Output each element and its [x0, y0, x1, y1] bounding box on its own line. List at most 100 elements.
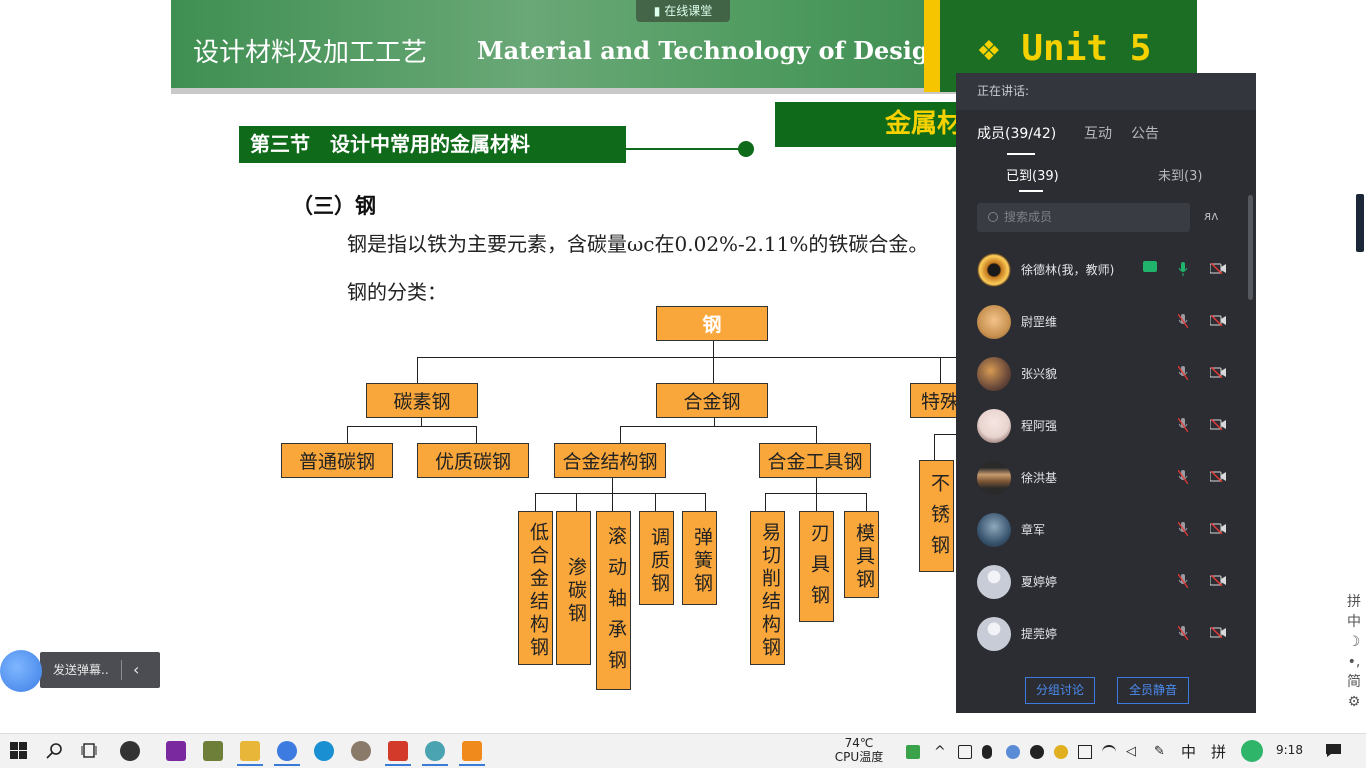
onenote-icon[interactable] — [166, 741, 186, 761]
battery-tray-icon[interactable] — [906, 745, 920, 759]
mic-off-icon[interactable] — [1178, 574, 1188, 588]
ime-settings-icon[interactable]: ⚙ — [1344, 692, 1364, 712]
volume-icon[interactable]: ◁ — [1126, 745, 1140, 759]
avatar — [977, 357, 1011, 391]
app-icon-video[interactable] — [462, 741, 482, 761]
member-scrollbar[interactable] — [1248, 195, 1253, 300]
member-name: 徐洪基 — [1021, 471, 1058, 485]
edge-icon[interactable] — [314, 741, 334, 761]
qq-tray-icon[interactable] — [1030, 745, 1044, 759]
subtab-absent[interactable]: 未到(3) — [1158, 165, 1202, 184]
app-tray-icon[interactable] — [1054, 745, 1068, 759]
mic-off-icon[interactable] — [1178, 418, 1188, 432]
member-name: 提莞婷 — [1021, 627, 1058, 641]
camera-tray-icon[interactable] — [958, 745, 972, 759]
mic-off-icon[interactable] — [1178, 314, 1188, 328]
camera-off-icon[interactable] — [1210, 367, 1226, 378]
member-manage-icon[interactable]: ᴙᴧ — [1204, 209, 1218, 223]
cloud-tray-icon[interactable] — [1006, 745, 1020, 759]
member-row[interactable]: 提莞婷 — [956, 607, 1256, 659]
member-row[interactable]: 徐洪基 — [956, 451, 1256, 503]
mute-all-button[interactable]: 全员静音 — [1117, 677, 1189, 704]
chevron-up-icon[interactable]: ^ — [934, 745, 948, 759]
windows-start-icon[interactable] — [10, 742, 27, 759]
tree-connector — [620, 426, 817, 427]
mic-off-icon[interactable] — [1178, 470, 1188, 484]
mic-icon[interactable] — [1178, 262, 1188, 276]
member-row[interactable]: 章军 — [956, 503, 1256, 555]
ime-punct-icon[interactable]: •, — [1344, 652, 1364, 672]
ime-pinyin-icon[interactable]: 拼 — [1344, 592, 1364, 612]
node-special-steel: 特殊 — [910, 383, 957, 418]
member-row[interactable]: 尉罡维 — [956, 295, 1256, 347]
tree-connector — [940, 357, 941, 383]
ime-indicator[interactable]: 拼 — [1211, 741, 1226, 762]
app-icon-knot[interactable] — [120, 741, 140, 761]
unit-label: ❖ Unit 5 — [978, 28, 1152, 69]
avatar — [977, 253, 1011, 287]
camera-off-icon[interactable] — [1210, 575, 1226, 586]
mic-off-icon[interactable] — [1178, 522, 1188, 536]
member-row[interactable]: 徐德林(我，教师) — [956, 243, 1256, 295]
danmaku-input[interactable]: 发送弹幕.. — [40, 652, 160, 688]
avatar — [977, 565, 1011, 599]
app-icon-teal[interactable] — [425, 741, 445, 761]
node-alloy-tool: 合金工具钢 — [759, 443, 871, 478]
browser-icon[interactable] — [277, 741, 297, 761]
wifi-icon[interactable] — [1102, 745, 1116, 759]
ime-toolbar[interactable]: 拼 中 ☽ •, 简 ⚙ — [1344, 592, 1364, 712]
floating-assistant-icon[interactable] — [0, 650, 42, 692]
camera-off-icon[interactable] — [1210, 419, 1226, 430]
group-discussion-button[interactable]: 分组讨论 — [1025, 677, 1095, 704]
member-name: 徐德林(我，教师) — [1021, 263, 1115, 277]
cpu-temp-label: CPU温度 — [834, 750, 884, 764]
camera-off-icon[interactable] — [1210, 263, 1226, 274]
screen-share-icon[interactable] — [1143, 261, 1157, 272]
tab-interaction[interactable]: 互动 — [1084, 123, 1112, 143]
cpu-temp[interactable]: 74℃ CPU温度 — [834, 736, 884, 764]
app-icon-avatar[interactable] — [351, 741, 371, 761]
status-badge-icon[interactable] — [1241, 740, 1263, 762]
member-row[interactable]: 夏婷婷 — [956, 555, 1256, 607]
collapse-chevron-icon[interactable]: ‹ — [133, 660, 139, 679]
camera-off-icon[interactable] — [1210, 315, 1226, 326]
task-view-icon[interactable] — [81, 742, 99, 759]
ime-chinese-icon[interactable]: 中 — [1344, 612, 1364, 632]
subtab-arrived[interactable]: 已到(39) — [1006, 165, 1059, 184]
pen-icon[interactable]: ✎ — [1154, 745, 1168, 759]
mic-off-icon[interactable] — [1178, 626, 1188, 640]
member-name: 张兴貌 — [1021, 367, 1058, 381]
clock[interactable]: 9:18 — [1276, 743, 1303, 757]
member-row[interactable]: 程阿强 — [956, 399, 1256, 451]
tree-connector — [705, 493, 706, 511]
tree-connector — [576, 493, 577, 511]
language-indicator[interactable]: 中 — [1181, 741, 1196, 762]
tree-connector — [816, 426, 817, 443]
cpu-temp-value: 74℃ — [844, 736, 874, 750]
camera-off-icon[interactable] — [1210, 523, 1226, 534]
member-row[interactable]: 张兴貌 — [956, 347, 1256, 399]
mic-off-icon[interactable] — [1178, 366, 1188, 380]
file-explorer-icon[interactable] — [240, 741, 260, 761]
ime-simplified-icon[interactable]: 简 — [1344, 672, 1364, 692]
mic-tray-icon[interactable] — [982, 745, 992, 759]
tab-members[interactable]: 成员(39/42) — [977, 123, 1056, 143]
app-icon-red[interactable] — [388, 741, 408, 761]
member-name: 章军 — [1021, 523, 1046, 537]
tree-connector — [620, 426, 621, 443]
camera-off-icon[interactable] — [1210, 471, 1226, 482]
subtab-underline — [1019, 190, 1043, 192]
search-icon[interactable] — [46, 742, 63, 759]
live-class-label: 在线课堂 — [664, 4, 713, 18]
node-carbon-steel: 碳素钢 — [366, 383, 478, 418]
device-tray-icon[interactable] — [1078, 745, 1092, 759]
side-handle[interactable] — [1356, 194, 1364, 252]
ime-moon-icon[interactable]: ☽ — [1344, 632, 1364, 652]
live-class-tag[interactable]: ▮ 在线课堂 — [636, 0, 730, 22]
camera-off-icon[interactable] — [1210, 627, 1226, 638]
search-members-input[interactable]: 搜索成员 — [977, 203, 1190, 232]
tab-announcement[interactable]: 公告 — [1131, 123, 1159, 143]
app-icon-tool[interactable] — [203, 741, 223, 761]
notification-icon[interactable] — [1325, 743, 1342, 758]
tree-connector — [816, 477, 817, 494]
